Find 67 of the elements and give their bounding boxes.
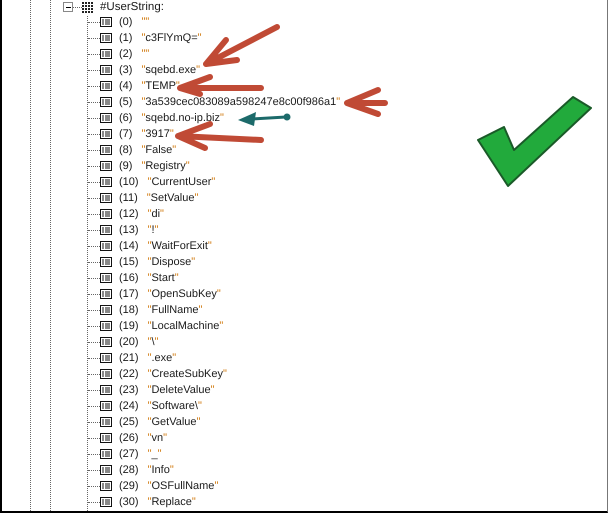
table-icon: [100, 49, 112, 59]
tree-item[interactable]: (7) "3917": [119, 128, 174, 140]
table-icon: [100, 193, 112, 203]
table-icon: [100, 81, 112, 91]
tree-item[interactable]: (22) "CreateSubKey": [119, 368, 227, 380]
tree-item[interactable]: (17) "OpenSubKey": [119, 288, 221, 300]
tree-item[interactable]: (29) "OSFullName": [119, 480, 218, 492]
table-icon: [100, 353, 112, 363]
tree-item[interactable]: (11) "SetValue": [119, 192, 198, 204]
table-icon: [100, 177, 112, 187]
table-icon: [100, 241, 112, 251]
table-icon: [100, 321, 112, 331]
tree-item[interactable]: (18) "FullName": [119, 304, 202, 316]
table-icon: [100, 369, 112, 379]
table-icon: [100, 449, 112, 459]
table-icon: [100, 209, 112, 219]
tree-item[interactable]: (1) "c3FlYmQ=": [119, 32, 202, 44]
tree-item[interactable]: (26) "vn": [119, 432, 167, 444]
table-icon: [100, 417, 112, 427]
tree-item[interactable]: (12) "di": [119, 208, 164, 220]
tree-item[interactable]: (0) "": [119, 16, 150, 28]
tree-item[interactable]: (2) "": [119, 48, 150, 60]
table-icon: [100, 17, 112, 27]
tree-item[interactable]: (3) "sqebd.exe": [119, 64, 200, 76]
table-icon: [100, 337, 112, 347]
tree-item[interactable]: (23) "DeleteValue": [119, 384, 214, 396]
table-icon: [100, 401, 112, 411]
table-icon: [100, 385, 112, 395]
tree-item[interactable]: (9) "Registry": [119, 160, 190, 172]
table-icon: [100, 305, 112, 315]
table-icon: [100, 497, 112, 507]
table-icon: [100, 273, 112, 283]
table-icon: [100, 97, 112, 107]
tree-item[interactable]: (28) "Info": [119, 464, 174, 476]
tree-item[interactable]: (6) "sqebd.no-ip.biz": [119, 112, 224, 124]
checkmark-icon: [477, 96, 592, 187]
collapse-toggle[interactable]: [63, 2, 73, 12]
table-icon: [100, 161, 112, 171]
tree-item[interactable]: (20) "\": [119, 336, 158, 348]
table-icon: [100, 113, 112, 123]
tree-item[interactable]: (5) "3a539cec083089a598247e8c00f986a1": [119, 96, 340, 108]
grid-icon: [82, 2, 93, 12]
tree-item[interactable]: (14) "WaitForExit": [119, 240, 212, 252]
table-icon: [100, 225, 112, 235]
tree-item[interactable]: (19) "LocalMachine": [119, 320, 224, 332]
arrow: [344, 87, 388, 117]
table-icon: [100, 481, 112, 491]
tree-node-label[interactable]: #UserString:: [100, 1, 164, 13]
tree-item[interactable]: (30) "Replace": [119, 496, 196, 508]
table-icon: [100, 465, 112, 475]
table-icon: [100, 145, 112, 155]
table-icon: [100, 33, 112, 43]
table-icon: [100, 65, 112, 75]
tree-item[interactable]: (15) "Dispose": [119, 256, 196, 268]
tree-item[interactable]: (10) "CurrentUser": [119, 176, 216, 188]
tree-item[interactable]: (25) "GetValue": [119, 416, 200, 428]
tree-item[interactable]: (21) ".exe": [119, 352, 176, 364]
table-icon: [100, 433, 112, 443]
tree-item[interactable]: (8) "False": [119, 144, 176, 156]
table-icon: [100, 129, 112, 139]
tree-item[interactable]: (24) "Software\": [119, 400, 202, 412]
tree-item[interactable]: (27) "_": [119, 448, 162, 460]
tree-item[interactable]: (16) "Start": [119, 272, 179, 284]
table-icon: [100, 289, 112, 299]
tree-item[interactable]: (13) "!": [119, 224, 158, 236]
table-icon: [100, 257, 112, 267]
tree-item[interactable]: (4) "TEMP": [119, 80, 180, 92]
